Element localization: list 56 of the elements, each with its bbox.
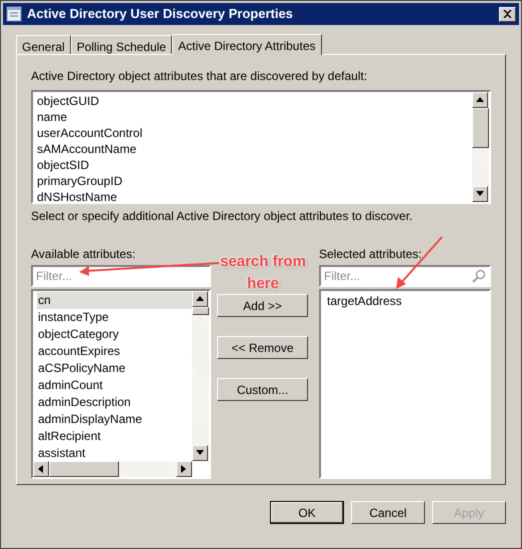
scroll-right-button[interactable] [176,461,192,477]
scroll-up-button[interactable] [472,92,488,108]
dialog-button[interactable]: Cancel [351,501,425,524]
section-label: Active Directory object attributes that are discovered by default: [31,68,368,85]
close-icon [503,10,512,18]
list-item: dNSHostName [37,189,118,205]
filter-field[interactable]: Filter... [31,265,211,287]
window-icon [6,6,22,22]
list-item[interactable]: aCSPolicyName [37,360,192,377]
tab[interactable]: General [16,35,71,54]
list-item[interactable]: accountExpires [37,343,192,360]
scroll-down-button[interactable] [192,445,208,461]
list-item: primaryGroupID [37,173,124,189]
list-item[interactable]: assistant [37,445,192,462]
list-item: userAccountControl [37,125,144,141]
vertical-scrollbar[interactable] [472,92,489,202]
vertical-scrollbar[interactable] [192,291,209,461]
dialog-button[interactable]: << Remove [217,336,308,359]
tab[interactable]: Active Directory Attributes [172,34,322,55]
section-label: Selected attributes: [319,246,423,263]
list-item[interactable]: adminDisplayName [37,411,192,428]
list-item[interactable]: instanceType [37,309,192,326]
section-label: Available attributes: [31,246,137,263]
list-item[interactable]: adminDescription [37,394,192,411]
window-title: Active Directory User Discovery Properties [27,5,294,24]
list-item[interactable]: adminCount [37,377,192,394]
dialog-button[interactable]: OK [270,501,344,524]
tab[interactable]: Polling Schedule [70,35,172,54]
scroll-right-icon [180,465,188,473]
annotation-text: search from here [219,252,307,294]
search-icon [472,269,486,283]
close-button[interactable] [499,6,516,22]
scroll-down-button[interactable] [472,186,488,202]
list-item[interactable]: cn [37,292,192,309]
scroll-down-icon [196,449,204,457]
scroll-thumb[interactable] [49,461,119,477]
list-item: sAMAccountName [37,141,138,157]
list-item: objectSID [37,157,90,173]
list-item[interactable]: targetAddress [327,293,489,310]
list-item: objectGUID [37,93,100,109]
list-item[interactable]: objectCategory [37,326,192,343]
list-item[interactable]: altRecipient [37,428,192,445]
scroll-down-icon [476,190,484,198]
filter-field[interactable]: Filter... [319,265,491,287]
dialog-button[interactable]: Add >> [217,294,308,317]
scroll-up-icon [476,96,484,104]
list-item: name [37,109,68,125]
scroll-left-button[interactable] [33,461,49,477]
scroll-thumb[interactable] [472,108,489,148]
scroll-up-icon [196,295,204,303]
scroll-left-icon [37,465,45,473]
scroll-thumb[interactable] [192,307,209,315]
scroll-up-button[interactable] [192,291,208,307]
dialog-button[interactable]: Custom... [217,378,308,401]
hint-text: Select or specify additional Active Directory object attributes to discover. [31,208,414,225]
horizontal-scrollbar[interactable] [33,461,192,477]
